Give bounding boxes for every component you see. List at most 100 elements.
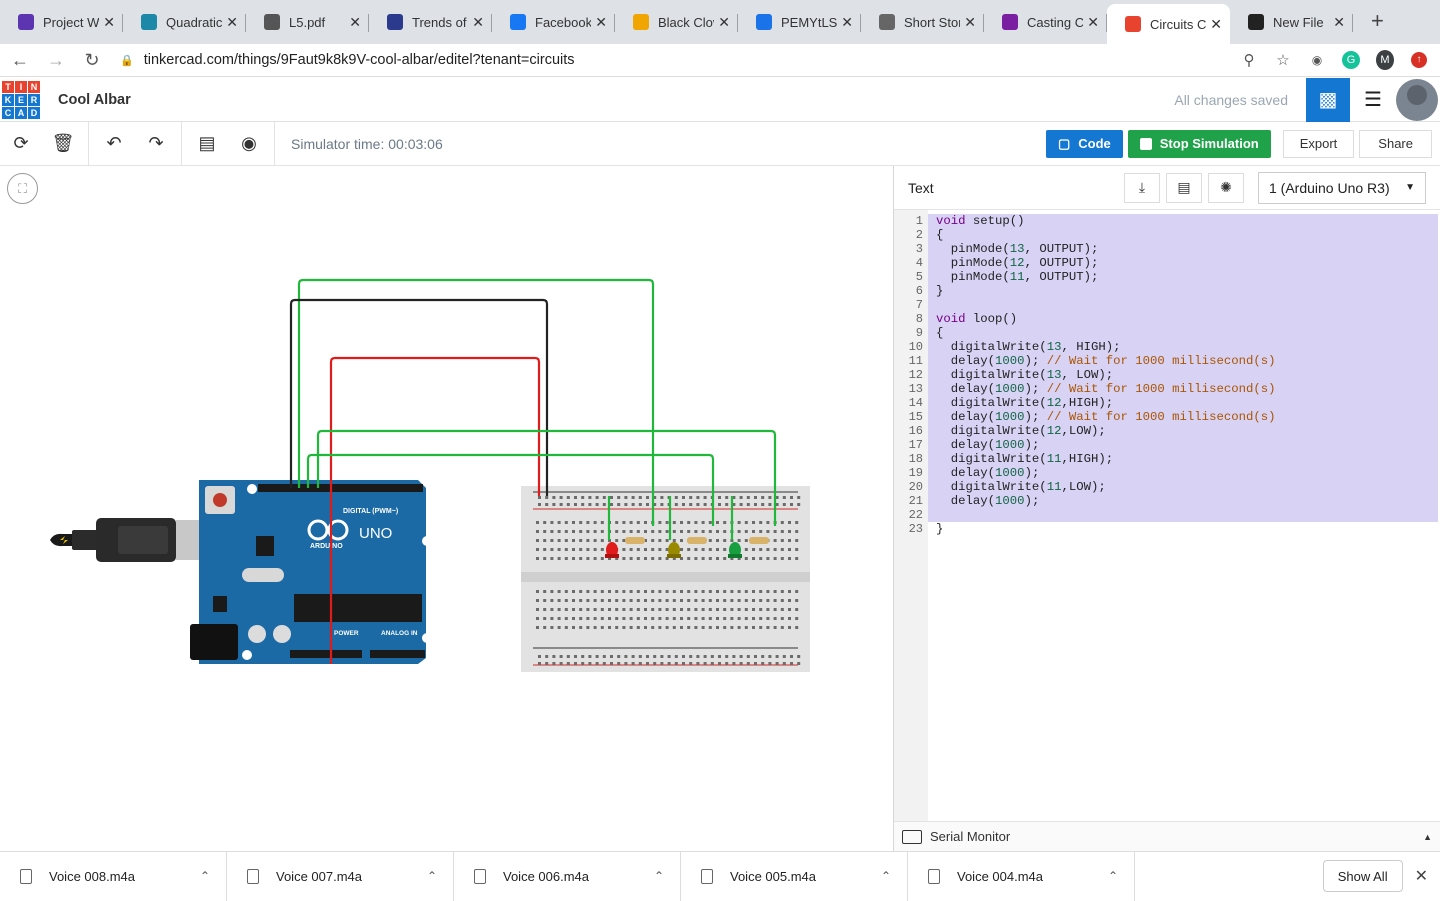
tab-close-icon[interactable]: ✕ (1210, 16, 1222, 33)
line-number: 19 (908, 466, 923, 480)
zoom-icon[interactable]: ⚲ (1240, 51, 1258, 69)
download-item[interactable]: Voice 005.m4a ⌃ (681, 851, 908, 901)
profile-avatar[interactable]: M (1376, 50, 1394, 70)
browser-tab[interactable]: Facebook ✕ (492, 4, 615, 40)
download-icon[interactable]: ⤓ (1124, 172, 1160, 203)
chevron-up-icon[interactable]: ⌃ (200, 869, 210, 883)
code-editor[interactable]: 1 2 3 4 5 6 7 8 9 10 11 12 13 14 15 16 17 18 19 20 21 22 23 vo… (894, 210, 1440, 821)
rotate-icon[interactable]: ⟳ (0, 122, 42, 166)
browser-tab[interactable]: PEMYtLSJ✕ (738, 4, 861, 40)
chevron-up-icon[interactable]: ⌃ (881, 869, 891, 883)
line-number: 3 (915, 242, 923, 256)
tab-close-icon[interactable]: ✕ (964, 14, 976, 31)
expand-caret-icon[interactable]: ▲ (1423, 832, 1432, 842)
code-text[interactable]: void setup(){ pinMode(13, OUTPUT); pinMo… (928, 210, 1440, 821)
grammarly-icon[interactable]: G (1342, 51, 1360, 69)
export-button[interactable]: Export (1282, 129, 1355, 158)
download-item[interactable]: Voice 007.m4a ⌃ (227, 851, 454, 901)
tab-close-icon[interactable]: ✕ (472, 14, 484, 31)
board-power-label: POWER (334, 630, 359, 637)
line-number: 2 (915, 228, 923, 242)
code-icon: ▢ (1057, 135, 1071, 151)
file-icon (247, 868, 259, 884)
extension-icon[interactable]: ◉ (1308, 51, 1326, 69)
browser-tab[interactable]: Short Stor ✕ (861, 4, 984, 40)
form-icon (18, 14, 34, 30)
redo-icon[interactable]: ↷ (135, 122, 177, 166)
crown-icon (633, 14, 649, 30)
circuit-canvas[interactable]: ⛶ UNO ARDUINO DIGITAL (PWM~) POWER ANALO… (0, 166, 892, 851)
tab-close-icon[interactable]: ✕ (841, 14, 853, 31)
board-select[interactable]: 1 (Arduino Uno R3) ▼ (1258, 171, 1426, 204)
stop-simulation-button[interactable]: Stop Simulation (1127, 129, 1271, 158)
tinkercad-logo[interactable]: TIN KER CAD (2, 80, 40, 119)
tab-close-icon[interactable]: ✕ (103, 14, 115, 31)
notes-icon[interactable]: ▤ (186, 122, 228, 166)
browser-tab[interactable]: Casting C ✕ (984, 4, 1107, 40)
tab-close-icon[interactable]: ✕ (1087, 14, 1099, 31)
tab-close-icon[interactable]: ✕ (595, 14, 607, 31)
line-number: 7 (915, 298, 923, 312)
forward-icon[interactable]: → (40, 50, 72, 71)
update-icon[interactable]: ↑ (1410, 51, 1428, 69)
library-icon[interactable]: ▤ (1166, 172, 1202, 203)
chevron-up-icon[interactable]: ⌃ (654, 869, 664, 883)
code-line: digitalWrite(12,LOW); (928, 424, 1438, 438)
chevron-up-icon[interactable]: ⌃ (1108, 869, 1118, 883)
share-button[interactable]: Share (1359, 129, 1432, 158)
breadboard[interactable] (521, 486, 810, 672)
browser-tab[interactable]: Quadratic ✕ (123, 4, 246, 40)
bookmark-star-icon[interactable]: ☆ (1274, 51, 1292, 69)
code-line: } (928, 284, 1438, 298)
logo-letter: A (15, 106, 27, 119)
globe-icon (141, 14, 157, 30)
board-digital-label: DIGITAL (PWM~) (343, 508, 398, 515)
address-bar[interactable]: 🔒 tinkercad.com/things/9Faut9k8k9V-cool-… (120, 45, 1240, 75)
serial-monitor-bar[interactable]: Serial Monitor ▲ (894, 821, 1440, 851)
code-panel-header: Text ⤓ ▤ ✺ 1 (Arduino Uno R3) ▼ (894, 166, 1440, 210)
line-number: 1 (915, 214, 923, 228)
browser-tab[interactable]: Trends of ✕ (369, 4, 492, 40)
line-number: 14 (908, 396, 923, 410)
tab-close-icon[interactable]: ✕ (349, 14, 361, 31)
visibility-icon[interactable]: ◉ (228, 122, 270, 166)
reload-icon[interactable]: ↻ (76, 50, 108, 71)
download-bar: Voice 008.m4a ⌃ Voice 007.m4a ⌃ Voice 006.m4… (0, 851, 1440, 901)
logo-letter: N (28, 80, 40, 93)
back-icon[interactable]: ← (4, 50, 36, 71)
download-item[interactable]: Voice 006.m4a ⌃ (454, 851, 681, 901)
new-tab-button[interactable]: + (1371, 8, 1384, 34)
code-mode-select[interactable]: Text (908, 180, 1118, 196)
component-list-button[interactable]: ☰ (1350, 78, 1396, 122)
download-item[interactable]: Voice 004.m4a ⌃ (908, 851, 1135, 901)
user-avatar[interactable] (1396, 78, 1438, 121)
tab-close-icon[interactable]: ✕ (226, 14, 238, 31)
chevron-up-icon[interactable]: ⌃ (427, 869, 437, 883)
browser-tab[interactable]: Black Clov ✕ (615, 4, 738, 40)
circuit-view-button[interactable]: ▩ (1306, 77, 1350, 122)
browser-tab[interactable]: L5.pdf ✕ (246, 4, 369, 40)
code-button[interactable]: ▢ Code (1045, 129, 1123, 158)
list-icon: ☰ (1364, 89, 1382, 111)
download-filename: Voice 008.m4a (49, 868, 136, 884)
tab-close-icon[interactable]: ✕ (1333, 14, 1345, 31)
close-icon[interactable]: ✕ (1415, 866, 1428, 886)
download-filename: Voice 007.m4a (276, 868, 363, 884)
file-icon (474, 868, 486, 884)
debugger-bug-icon[interactable]: ✺ (1208, 172, 1244, 203)
arduino-uno-board[interactable]: UNO ARDUINO DIGITAL (PWM~) POWER ANALOG … (190, 480, 432, 664)
delete-icon[interactable]: 🗑 (42, 122, 84, 166)
browser-tab[interactable]: New File ✕ (1230, 4, 1353, 40)
chip-icon: ▩ (1318, 89, 1338, 111)
show-all-button[interactable]: Show All (1322, 860, 1403, 892)
download-item[interactable]: Voice 008.m4a ⌃ (0, 851, 227, 901)
undo-icon[interactable]: ↶ (93, 122, 135, 166)
browser-tab[interactable]: Circuits C ✕ (1107, 4, 1230, 44)
browser-tab[interactable]: Project We✕ (0, 4, 123, 40)
code-line: delay(1000); (928, 466, 1438, 480)
code-line: delay(1000); // Wait for 1000 millisecon… (928, 382, 1438, 396)
code-line: void setup() (928, 214, 1438, 228)
project-name[interactable]: Cool Albar (58, 92, 131, 108)
tab-close-icon[interactable]: ✕ (718, 14, 730, 31)
line-number: 5 (915, 270, 923, 284)
